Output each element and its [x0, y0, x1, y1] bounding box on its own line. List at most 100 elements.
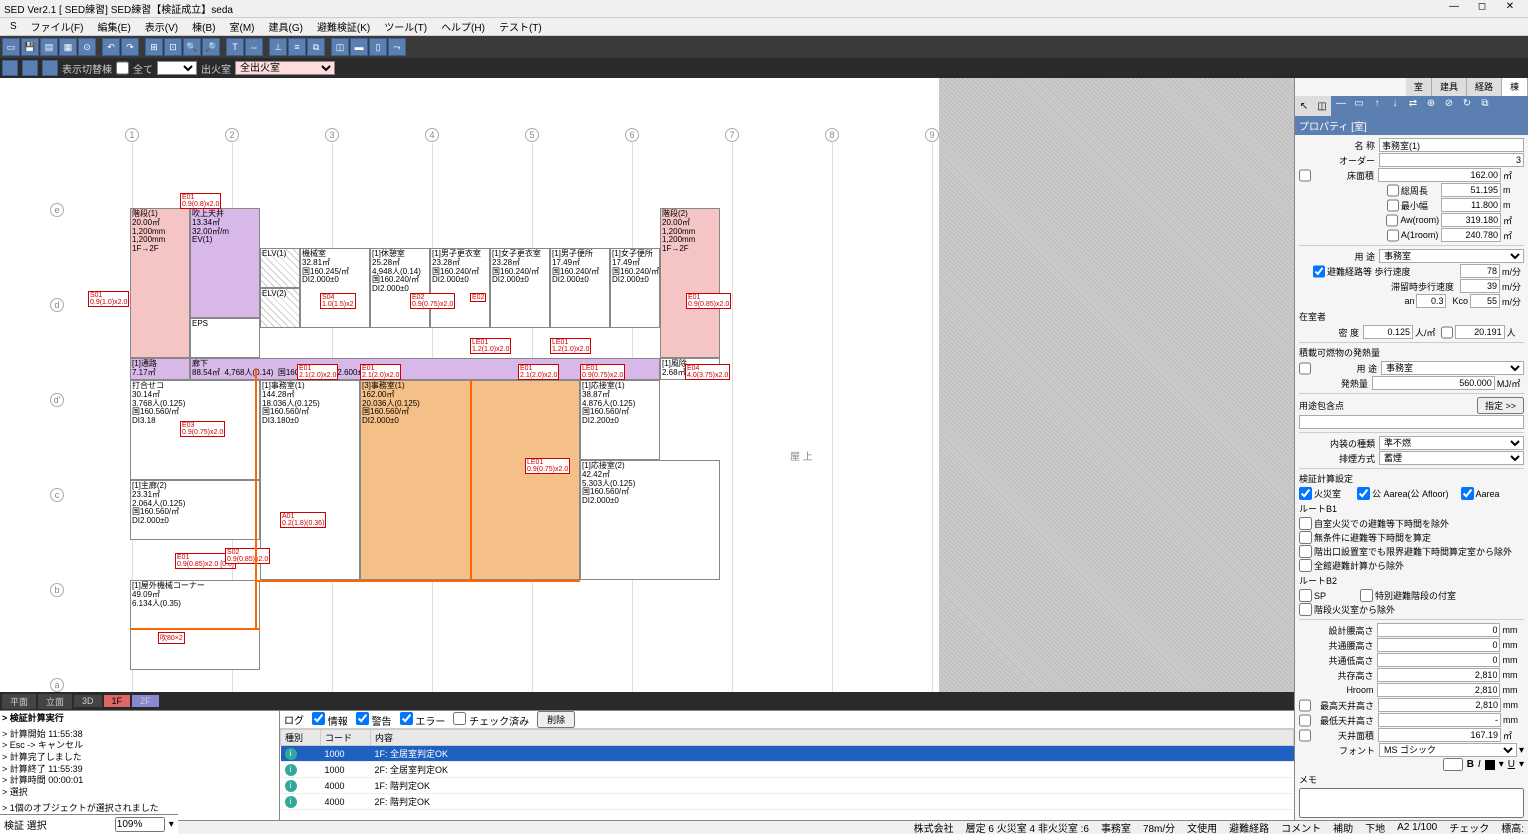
menu-tool[interactable]: ツール(T) — [378, 19, 433, 34]
tool-snap-icon[interactable]: ⊥ — [269, 38, 287, 56]
view-btn2[interactable] — [22, 60, 38, 76]
menu-help[interactable]: ヘルプ(H) — [435, 19, 491, 34]
view-btn3[interactable] — [42, 60, 58, 76]
room[interactable]: ELV(1) — [260, 248, 300, 288]
prop-dens-input[interactable] — [1363, 325, 1413, 339]
exit-label[interactable]: S01 0.9(1.0)x2.0 — [88, 291, 129, 307]
check-aarea2[interactable] — [1461, 487, 1474, 500]
room[interactable]: ELV(2) — [260, 288, 300, 328]
filter-err-check[interactable] — [400, 712, 413, 725]
color-black-icon[interactable] — [1485, 760, 1495, 770]
prop-tab-building[interactable]: 棟 — [1502, 78, 1528, 96]
log-row[interactable]: i40002F: 階判定OK — [281, 794, 1294, 810]
menu-edit[interactable]: 編集(E) — [91, 19, 136, 34]
tool-layers-icon[interactable]: ◫ — [331, 38, 349, 56]
prop-minw-input[interactable] — [1441, 198, 1501, 212]
prop-interior-select[interactable]: 準不燃 — [1379, 436, 1524, 450]
zoom-input[interactable] — [115, 817, 165, 820]
room[interactable]: [1]男子便所 17.49㎡ 国160.240/㎡ DI2.000±0 — [550, 248, 610, 328]
check-fire[interactable] — [1299, 487, 1312, 500]
menu-room[interactable]: 室(M) — [223, 19, 260, 34]
filter-info-check[interactable] — [312, 712, 325, 725]
prop-origin-input[interactable] — [1299, 415, 1524, 429]
log-row[interactable]: i40001F: 階判定OK — [281, 778, 1294, 794]
prop-an-input[interactable] — [1416, 294, 1446, 308]
exit-label[interactable]: S02 0.9(0.85)x2.0 — [225, 548, 270, 564]
prop-pers-input[interactable] — [1455, 325, 1505, 339]
prop-pers-check[interactable] — [1441, 326, 1453, 339]
tool-save-icon[interactable]: 💾 — [21, 38, 39, 56]
h8-input[interactable] — [1378, 728, 1501, 742]
filter-warn-check[interactable] — [356, 712, 369, 725]
h3-input[interactable] — [1377, 653, 1500, 667]
tool-zoom-icon[interactable]: ⊙ — [78, 38, 96, 56]
room[interactable]: 吹上天井 13.34㎡ 32.00㎡/m EV(1) — [190, 208, 260, 318]
check-aarea[interactable] — [1357, 487, 1370, 500]
prop-tab-route[interactable]: 経路 — [1467, 78, 1502, 96]
tool-text-icon[interactable]: T — [226, 38, 244, 56]
h7-check[interactable] — [1299, 714, 1311, 727]
exit-label[interactable]: E02 0.9(0.75)x2.0 — [410, 293, 455, 309]
tab-2f[interactable]: 2F — [132, 695, 159, 707]
exit-label[interactable]: 吹80×2 — [158, 632, 185, 644]
exit-label[interactable]: LE01 1.2(1.0)x2.0 — [470, 338, 511, 354]
menu-verification[interactable]: 避難検証(K) — [311, 19, 376, 34]
join-icon[interactable]: ⊕ — [1423, 98, 1439, 114]
menu-fixture[interactable]: 建具(G) — [262, 19, 308, 34]
menu-test[interactable]: テスト(T) — [493, 19, 548, 34]
h6-check[interactable] — [1299, 699, 1311, 712]
room[interactable]: [1]屋外機械コーナー 49.09㎡ 6.134人(0.35) — [130, 580, 260, 670]
prop-a1room-input[interactable] — [1441, 228, 1501, 242]
split-icon[interactable]: ⊘ — [1441, 98, 1457, 114]
room[interactable]: [1]応接室(1) 38.87㎡ 4.876人(0.125) 国160.560/… — [580, 380, 660, 460]
tool-door-icon[interactable]: ▯ — [369, 38, 387, 56]
italic-icon[interactable]: I — [1478, 759, 1481, 770]
prop-minw-check[interactable] — [1387, 199, 1399, 212]
room[interactable]: [1]応接室(2) 42.42㎡ 5.303人(0.125) 国160.560/… — [580, 460, 720, 580]
room[interactable]: [1]男子更衣室 23.28㎡ 国160.240/㎡ DI2.000±0 — [430, 248, 490, 328]
prop-use-select[interactable]: 事務室 — [1379, 249, 1524, 263]
room[interactable]: 機械室 32.81㎡ 国160.245/㎡ DI2.000±0 — [300, 248, 370, 328]
h6-input[interactable] — [1378, 698, 1501, 712]
room[interactable]: [1]女子更衣室 23.28㎡ 国160.240/㎡ DI2.000±0 — [490, 248, 550, 328]
exit-label[interactable]: E01 2.1(2.0)x2.0 — [518, 364, 559, 380]
b1-check4[interactable] — [1299, 559, 1312, 572]
format-dropdown-icon[interactable]: ▾ — [1519, 759, 1524, 770]
prop-awroom-input[interactable] — [1441, 213, 1501, 227]
exit-label[interactable]: E01 2.1(2.0)x2.0 — [297, 364, 338, 380]
tool-group-icon[interactable]: ⧉ — [307, 38, 325, 56]
close-button[interactable]: ✕ — [1496, 1, 1524, 17]
exit-label[interactable]: E04 4.0(3.75)x2.0 — [685, 364, 730, 380]
log-row[interactable]: i10002F: 全居室判定OK — [281, 762, 1294, 778]
zoom-dropdown-icon[interactable]: ▾ — [169, 819, 174, 820]
h5-input[interactable] — [1377, 683, 1500, 697]
prop-name-input[interactable] — [1379, 138, 1524, 152]
tool-measure-icon[interactable]: ▦ — [59, 38, 77, 56]
exit-label[interactable]: A01 0.2(1.8)(0.36) — [280, 512, 326, 528]
tab-1f[interactable]: 1F — [104, 695, 131, 707]
menu-file[interactable]: ファイル(F) — [25, 19, 90, 34]
prop-tab-room[interactable]: 室 — [1406, 78, 1432, 96]
prop-perim-input[interactable] — [1441, 183, 1501, 197]
cursor-icon[interactable]: ↖ — [1295, 101, 1313, 112]
tool-dim-icon[interactable]: ⇔ — [245, 38, 263, 56]
exit-label[interactable]: LE01 1.2(1.0)x2.0 — [550, 338, 591, 354]
prop-heat-input[interactable] — [1372, 376, 1495, 390]
exit-label[interactable]: E01 0.9(0.8)x2.0 — [180, 193, 221, 209]
room[interactable]: 階段(2) 20.00㎡ 1,200mm 1,200mm 1F→2F — [660, 208, 720, 358]
prop-cspeed-input[interactable] — [1460, 279, 1500, 293]
align-down-icon[interactable]: ↓ — [1387, 98, 1403, 114]
view-btn1[interactable] — [2, 60, 18, 76]
font-select[interactable]: MS ゴシック — [1379, 743, 1517, 757]
prop-origin-button[interactable]: 指定 >> — [1477, 397, 1524, 414]
h4-input[interactable] — [1377, 668, 1500, 682]
h7-input[interactable] — [1378, 713, 1501, 727]
tab-elev[interactable]: 立面 — [38, 694, 72, 709]
log-table[interactable]: 種別 コード 内容 i10001F: 全居室判定OKi10002F: 全居室判定… — [280, 729, 1294, 820]
exit-label[interactable]: LE01 0.9(0.75)x2.0 — [525, 458, 570, 474]
room[interactable]: 階段(1) 20.00㎡ 1,200mm 1,200mm 1F→2F — [130, 208, 190, 358]
minimize-button[interactable]: — — [1440, 1, 1468, 17]
tool-wall-icon[interactable]: ▬ — [350, 38, 368, 56]
mirror-icon[interactable]: ⇄ — [1405, 98, 1421, 114]
tool-doc-icon[interactable]: ▤ — [40, 38, 58, 56]
